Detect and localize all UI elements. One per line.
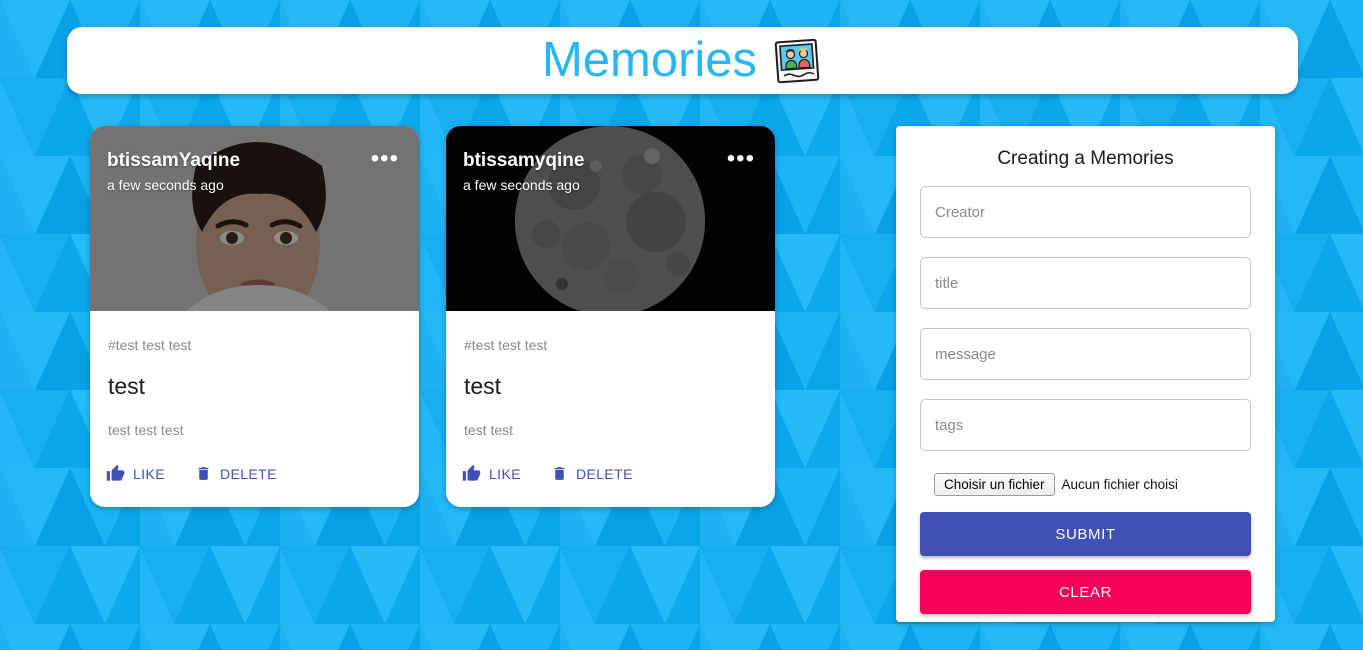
framed-picture-icon bbox=[773, 36, 823, 86]
delete-button[interactable]: DELETE bbox=[545, 461, 639, 486]
post-message: test test test bbox=[108, 422, 184, 439]
post-actions: LIKE DELETE bbox=[90, 439, 419, 507]
post-meta: btissamYaqine a few seconds ago bbox=[107, 150, 240, 193]
post-menu-button[interactable]: ••• bbox=[721, 147, 761, 171]
create-memory-form: Creating a Memories Choisir un fichier A… bbox=[896, 126, 1275, 622]
post-creator: btissamYaqine bbox=[107, 150, 241, 171]
form-heading: Creating a Memories bbox=[997, 148, 1174, 169]
post-timestamp: a few seconds ago bbox=[107, 176, 224, 193]
post-message: test test bbox=[464, 422, 514, 439]
post-creator: btissamyqine bbox=[463, 150, 585, 171]
choose-file-button[interactable]: Choisir un fichier bbox=[934, 473, 1055, 496]
delete-label: DELETE bbox=[575, 465, 633, 482]
clear-button[interactable]: CLEAR bbox=[920, 570, 1251, 614]
page-title: Memories bbox=[541, 33, 758, 87]
post-image: btissamyqine a few seconds ago ••• bbox=[446, 126, 775, 311]
like-button[interactable]: LIKE bbox=[456, 460, 527, 487]
app-header: Memories bbox=[67, 27, 1298, 94]
post-card[interactable]: btissamyqine a few seconds ago ••• #test… bbox=[446, 126, 775, 508]
post-meta: btissamyqine a few seconds ago bbox=[463, 150, 584, 193]
message-input[interactable] bbox=[920, 328, 1251, 380]
creator-input[interactable] bbox=[920, 186, 1251, 238]
trash-icon bbox=[551, 465, 568, 482]
post-tags: #test test test bbox=[464, 337, 548, 353]
like-label: LIKE bbox=[133, 465, 165, 482]
submit-button[interactable]: SUBMIT bbox=[920, 512, 1251, 556]
thumbs-up-icon bbox=[462, 464, 481, 483]
post-menu-button[interactable]: ••• bbox=[365, 147, 405, 171]
tags-input[interactable] bbox=[920, 399, 1251, 451]
posts-list: btissamYaqine a few seconds ago ••• #tes… bbox=[90, 126, 775, 508]
post-image: btissamYaqine a few seconds ago ••• bbox=[90, 126, 419, 311]
file-status-label: Aucun fichier choisi bbox=[1061, 477, 1178, 492]
title-input[interactable] bbox=[920, 257, 1251, 309]
post-actions: LIKE DELETE bbox=[446, 439, 775, 507]
trash-icon bbox=[195, 465, 212, 482]
app-root: Memories btissamYaqine a few seconds ago… bbox=[0, 0, 1363, 650]
delete-label: DELETE bbox=[219, 465, 277, 482]
post-title: test bbox=[108, 372, 146, 399]
like-button[interactable]: LIKE bbox=[100, 460, 171, 487]
file-input-row[interactable]: Choisir un fichier Aucun fichier choisi bbox=[934, 473, 1251, 496]
post-timestamp: a few seconds ago bbox=[463, 176, 580, 193]
post-tags: #test test test bbox=[108, 337, 192, 353]
post-card[interactable]: btissamYaqine a few seconds ago ••• #tes… bbox=[90, 126, 419, 508]
delete-button[interactable]: DELETE bbox=[189, 461, 283, 486]
post-title: test bbox=[464, 372, 502, 399]
like-label: LIKE bbox=[489, 465, 521, 482]
thumbs-up-icon bbox=[106, 464, 125, 483]
